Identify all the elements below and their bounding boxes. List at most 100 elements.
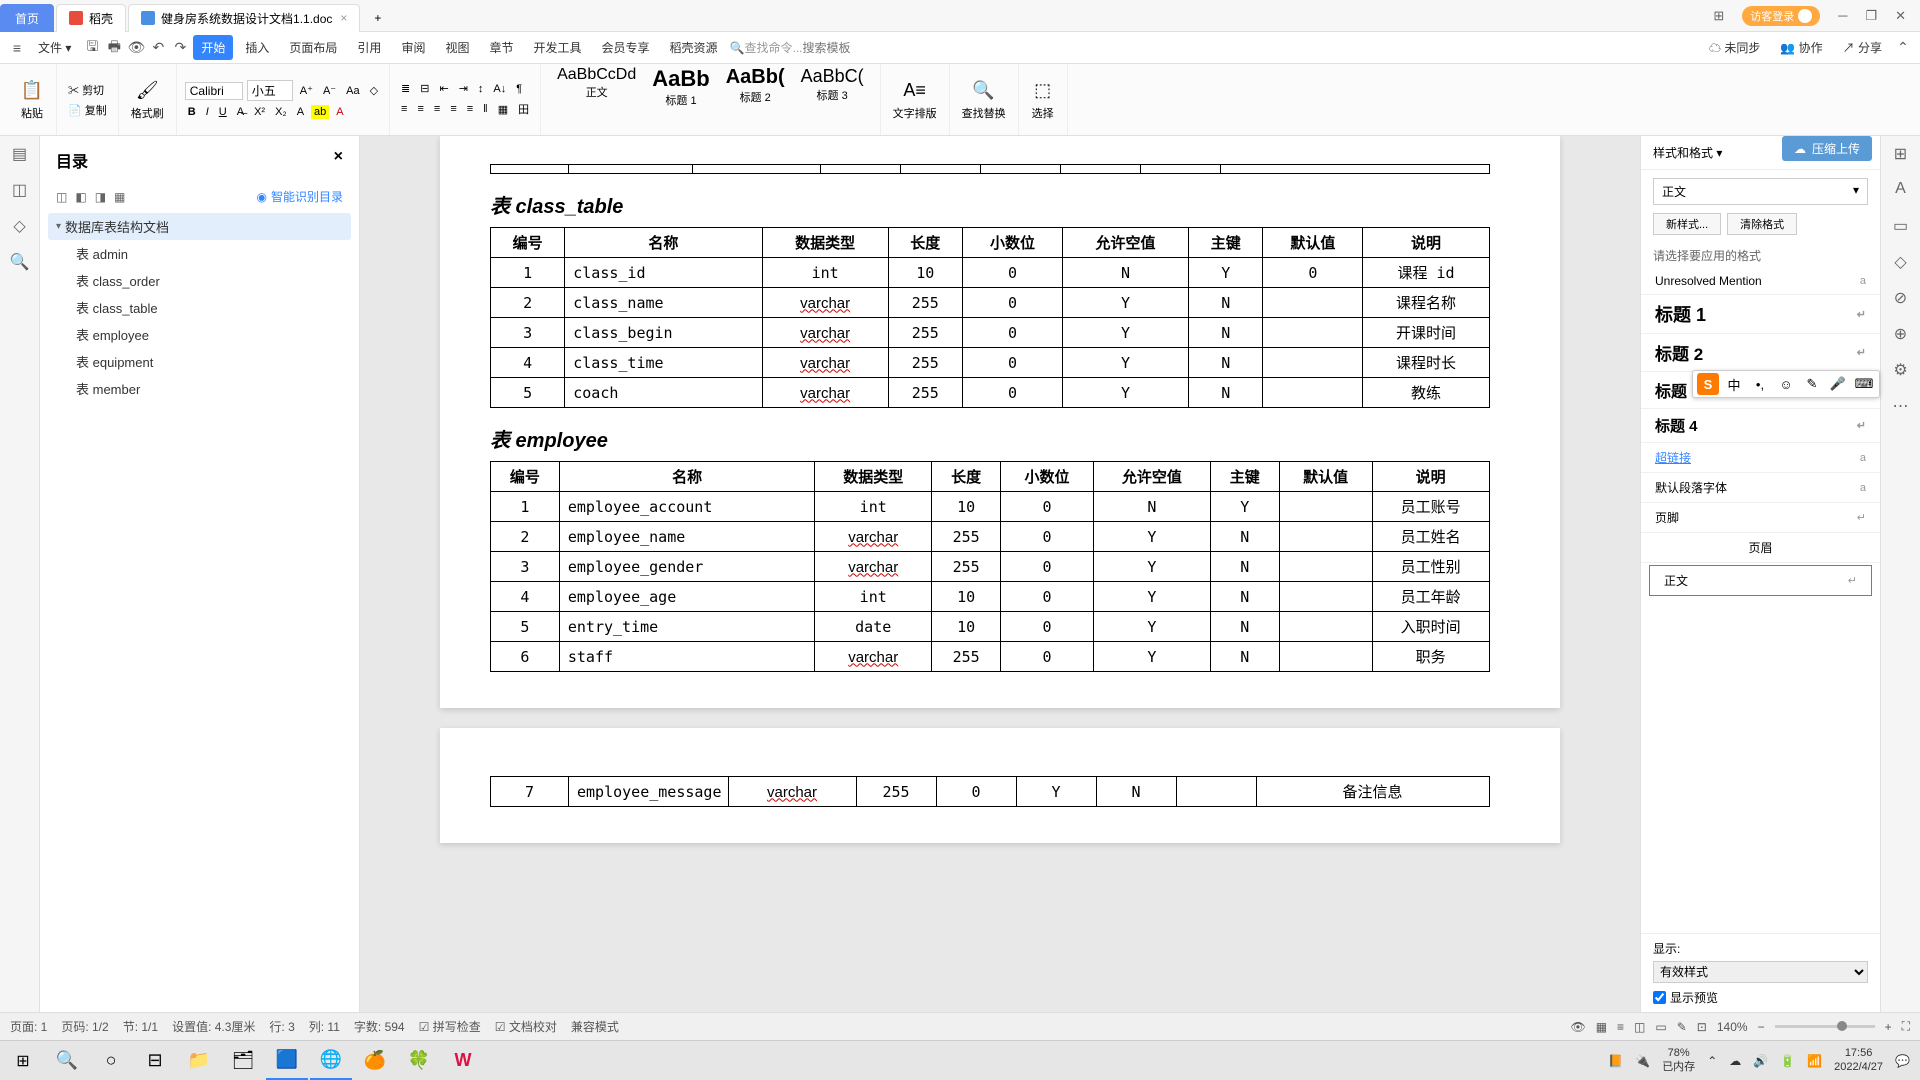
- clear-format-button[interactable]: 清除格式: [1727, 213, 1797, 235]
- coop-button[interactable]: 👥 协作: [1772, 35, 1830, 60]
- status-line[interactable]: 行: 3: [269, 1018, 294, 1035]
- view-mode-icon[interactable]: ▦: [1596, 1020, 1607, 1034]
- ime-voice-icon[interactable]: 🎤: [1827, 373, 1849, 395]
- file-menu[interactable]: 文件 ▾: [30, 35, 79, 60]
- settings-icon[interactable]: ⊞: [1891, 144, 1911, 164]
- help-icon[interactable]: ⊕: [1891, 324, 1911, 344]
- outline-tool-icon[interactable]: ▦: [114, 190, 125, 204]
- status-sections[interactable]: 节: 1/1: [123, 1018, 158, 1035]
- chapter-tab[interactable]: 章节: [481, 35, 521, 60]
- page-layout-tab[interactable]: 页面布局: [281, 35, 345, 60]
- fit-icon[interactable]: ⊡: [1697, 1020, 1707, 1034]
- close-button[interactable]: ✕: [1895, 8, 1906, 24]
- style-item-font[interactable]: 默认段落字体a: [1641, 473, 1880, 503]
- document-area[interactable]: 表 class_table 编号名称数据类型长度小数位允许空值主键默认值说明1c…: [360, 136, 1640, 1012]
- style-icon[interactable]: A: [1891, 180, 1911, 200]
- tray-icon[interactable]: 📶: [1807, 1054, 1822, 1068]
- ime-toolbar[interactable]: S 中 •, ☺ ✎ 🎤 ⌨: [1692, 370, 1880, 398]
- outline-item[interactable]: 表 class_order: [48, 267, 351, 294]
- status-spell[interactable]: ☑ 拼写检查: [419, 1018, 481, 1035]
- style-item-link[interactable]: 超链接a: [1641, 443, 1880, 473]
- style-item-body[interactable]: 正文↵: [1649, 565, 1872, 596]
- minimize-button[interactable]: ─: [1838, 8, 1847, 23]
- shape-icon[interactable]: ◇: [1891, 252, 1911, 272]
- view-mode-icon[interactable]: ▭: [1655, 1020, 1666, 1034]
- align-distribute[interactable]: ≡: [464, 102, 476, 116]
- underline-button[interactable]: U: [216, 105, 230, 119]
- fullscreen-icon[interactable]: ⛶: [1902, 1019, 1910, 1034]
- indent-button[interactable]: ⇥: [456, 81, 471, 96]
- status-col[interactable]: 列: 11: [309, 1018, 340, 1035]
- bold-button[interactable]: B: [185, 105, 199, 119]
- style-item-h2[interactable]: 标题 2↵: [1641, 334, 1880, 372]
- taskbar-app-icon[interactable]: 🗂: [222, 1042, 264, 1080]
- paragraph-mark[interactable]: ¶: [513, 82, 525, 96]
- font-color-button[interactable]: A: [333, 105, 346, 119]
- border-button[interactable]: 田: [515, 100, 532, 118]
- start-button[interactable]: ⊞: [2, 1042, 44, 1080]
- font-size-select[interactable]: 小五: [247, 80, 293, 101]
- ime-lang-icon[interactable]: 中: [1723, 373, 1745, 395]
- select-icon[interactable]: ▭: [1891, 216, 1911, 236]
- tray-icon[interactable]: ⌃: [1707, 1054, 1717, 1068]
- search-icon[interactable]: 🔍: [10, 252, 30, 272]
- text-tools-button[interactable]: A≡文字排版: [889, 79, 941, 121]
- font-effects[interactable]: A: [294, 105, 307, 119]
- taskbar-app-icon[interactable]: 🌐: [310, 1042, 352, 1080]
- cortana-icon[interactable]: ○: [90, 1042, 132, 1080]
- outline-tool-icon[interactable]: ◧: [75, 190, 86, 204]
- save-icon[interactable]: 🖫: [83, 36, 101, 60]
- taskview-icon[interactable]: ⊟: [134, 1042, 176, 1080]
- preview-checkbox[interactable]: 显示预览: [1653, 989, 1868, 1006]
- style-h1[interactable]: AaBb标题 1: [644, 64, 717, 135]
- align-right[interactable]: ≡: [431, 102, 443, 116]
- tray-icon[interactable]: 🔌: [1635, 1054, 1650, 1068]
- outline-item[interactable]: 表 employee: [48, 321, 351, 348]
- tray-icon[interactable]: 📙: [1608, 1054, 1623, 1068]
- outdent-button[interactable]: ⇤: [436, 81, 451, 96]
- restore-button[interactable]: ❐: [1865, 8, 1877, 24]
- subscript-button[interactable]: X₂: [272, 105, 290, 119]
- insert-tab[interactable]: 插入: [237, 35, 277, 60]
- change-case[interactable]: Aa: [343, 84, 362, 98]
- clock-time[interactable]: 17:56: [1845, 1047, 1873, 1060]
- home-tab[interactable]: 首页: [0, 4, 54, 32]
- status-position[interactable]: 设置值: 4.3厘米: [172, 1018, 255, 1035]
- strike-button[interactable]: A̶: [234, 105, 247, 119]
- more-icon[interactable]: ⌃: [1894, 39, 1912, 56]
- outline-icon[interactable]: ▤: [10, 144, 30, 164]
- ime-skin-icon[interactable]: ✎: [1801, 373, 1823, 395]
- taskbar-app-icon[interactable]: W: [442, 1042, 484, 1080]
- search-input[interactable]: [803, 41, 883, 55]
- ime-emoji-icon[interactable]: ☺: [1775, 373, 1797, 395]
- bullets-button[interactable]: ≣: [398, 81, 413, 96]
- print-icon[interactable]: 🖶: [105, 36, 123, 60]
- tray-icon[interactable]: ☁: [1729, 1054, 1741, 1068]
- reference-tab[interactable]: 引用: [349, 35, 389, 60]
- undo-icon[interactable]: ↶: [149, 39, 167, 56]
- show-select[interactable]: 有效样式: [1653, 961, 1868, 983]
- taskbar-app-icon[interactable]: 📁: [178, 1042, 220, 1080]
- font-family-select[interactable]: Calibri: [185, 82, 243, 100]
- tray-icon[interactable]: 🔋: [1780, 1054, 1795, 1068]
- tray-icon[interactable]: 🔊: [1753, 1054, 1768, 1068]
- outline-root[interactable]: ▾数据库表结构文档: [48, 213, 351, 240]
- outline-tool-icon[interactable]: ◨: [95, 190, 106, 204]
- taskbar-app-icon[interactable]: 🍊: [354, 1042, 396, 1080]
- sort-button[interactable]: A↓: [490, 82, 509, 96]
- close-icon[interactable]: ×: [340, 11, 347, 25]
- superscript-button[interactable]: X²: [251, 105, 268, 119]
- current-style[interactable]: 正文▾: [1653, 178, 1868, 205]
- increase-font[interactable]: A⁺: [297, 83, 316, 98]
- new-tab-button[interactable]: +: [362, 4, 393, 32]
- menu-icon[interactable]: ≡: [8, 40, 26, 56]
- document-tab-1[interactable]: 稻壳: [56, 4, 126, 32]
- outline-item[interactable]: 表 admin: [48, 240, 351, 267]
- page-icon[interactable]: ◫: [10, 180, 30, 200]
- share-button[interactable]: ↗ 分享: [1835, 35, 1890, 60]
- style-item-h1[interactable]: 标题 1↵: [1641, 295, 1880, 334]
- taskbar-app-icon[interactable]: 🟦: [266, 1042, 308, 1080]
- outline-tool-icon[interactable]: ◫: [56, 190, 67, 204]
- upload-button[interactable]: 压缩上传: [1782, 136, 1872, 161]
- reader-icon[interactable]: ⊞: [1713, 8, 1724, 24]
